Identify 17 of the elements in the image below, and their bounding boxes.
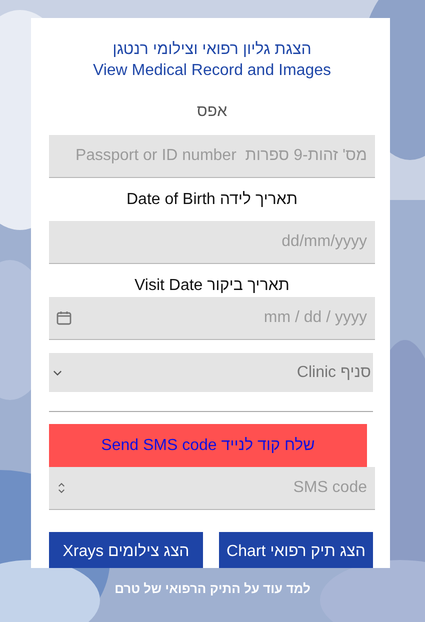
spinner-icon: [57, 481, 66, 495]
id-field[interactable]: מס' זהות-9 ספרות Passport or ID number: [49, 135, 375, 178]
action-button[interactable]: הצג תיק רפואי Chart: [219, 532, 373, 568]
title-english: View Medical Record and Images: [92, 61, 332, 81]
visit-date-field[interactable]: mm / dd / yyyy: [49, 297, 375, 340]
birth-date-field[interactable]: dd/mm/yyyy: [49, 221, 375, 264]
send-sms-button[interactable]: שלח קוד לנייד Send SMS code: [49, 424, 367, 467]
footer-link[interactable]: למד עוד על התיק הרפואי של טרם: [0, 581, 425, 596]
action-button[interactable]: הצג צילומים Xrays: [49, 532, 203, 568]
status-text: אפס: [196, 103, 228, 122]
field-label: תאריך לידה Date of Birth: [125, 190, 299, 210]
calendar-icon: [56, 310, 72, 326]
clinic-select[interactable]: סניף Clinic: [49, 353, 373, 392]
title-hebrew: הצגת גליון רפואי וצילומי רנטגן: [112, 40, 312, 60]
field-label: תאריך ביקור Visit Date: [134, 276, 290, 296]
chevron-down-icon: [53, 370, 62, 376]
sms-code-field[interactable]: SMS code: [49, 467, 375, 510]
